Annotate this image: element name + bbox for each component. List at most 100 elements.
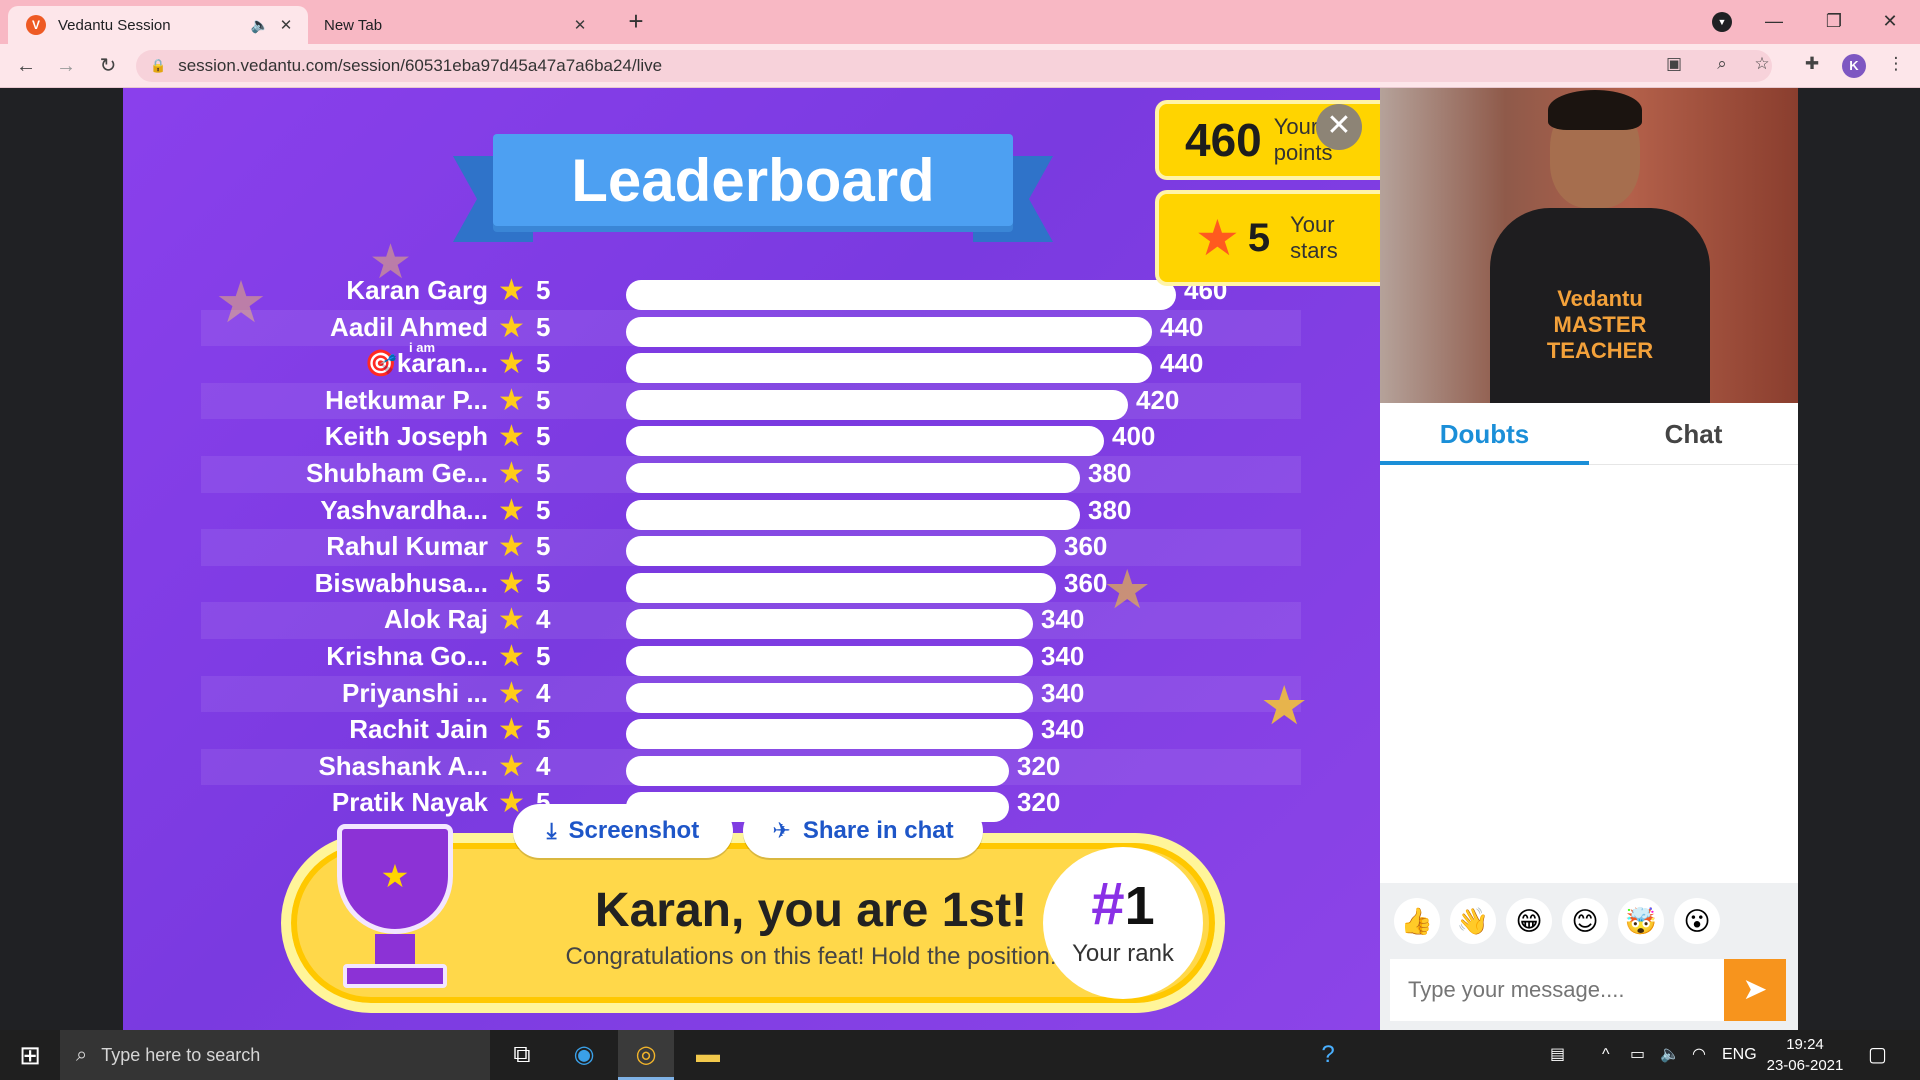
student-stars: 5	[536, 384, 551, 415]
leaderboard-row: Rachit Jain ★ 5 340	[201, 712, 1301, 750]
leaderboard-row: Krishna Go... ★ 5 340	[201, 639, 1301, 676]
leaderboard-row: Hetkumar P... ★ 5 420	[201, 382, 1301, 420]
extensions-icon[interactable]: ✚	[1798, 50, 1826, 78]
windows-start-icon[interactable]: ⊞	[0, 1030, 60, 1080]
tray-chevron-icon[interactable]: ^	[1602, 1030, 1610, 1080]
leaderboard-row: Keith Joseph ★ 5 400	[201, 419, 1301, 457]
thumbs-up-emoji[interactable]: 👍	[1394, 898, 1440, 944]
wifi-icon[interactable]: ◠	[1692, 1030, 1706, 1080]
edge-icon[interactable]: ◉	[556, 1030, 612, 1080]
gold-star-icon: ★	[498, 749, 525, 783]
student-points: 360	[1064, 567, 1108, 598]
language-indicator[interactable]: ENG	[1722, 1030, 1757, 1080]
close-leaderboard-icon[interactable]: ✕	[1316, 104, 1362, 150]
surprised-emoji[interactable]: 😮	[1674, 898, 1720, 944]
leaderboard-row: 🎯karan... ★ 5 440 i am	[201, 340, 1301, 384]
notifications-icon[interactable]: ▢	[1868, 1030, 1887, 1080]
tab-new-tab[interactable]: New Tab ✕	[312, 6, 602, 44]
student-name: Rahul Kumar	[326, 531, 488, 562]
student-name: Hetkumar P...	[325, 384, 488, 415]
profile-avatar[interactable]: K	[1842, 54, 1866, 78]
close-tab-icon[interactable]: ✕	[570, 16, 590, 34]
leaderboard-row: Shubham Ge... ★ 5 380	[201, 456, 1301, 493]
gold-star-icon: ★	[498, 383, 525, 417]
tab-search-icon[interactable]: ▼	[1712, 12, 1732, 32]
student-name: Yashvardha...	[320, 494, 488, 525]
name-overlay-text: i am	[409, 340, 436, 356]
volume-icon[interactable]: 🔈	[1660, 1030, 1680, 1080]
stars-label: Your stars	[1290, 212, 1338, 263]
menu-kebab-icon[interactable]: ⋮	[1882, 50, 1910, 78]
side-tabs: Doubts Chat	[1380, 403, 1798, 465]
leaderboard-row: Shashank A... ★ 4 320	[201, 748, 1301, 786]
student-stars: 5	[536, 275, 551, 305]
url-bar[interactable]: 🔒 session.vedantu.com/session/60531eba97…	[136, 50, 1772, 82]
close-window-icon[interactable]: ✕	[1870, 6, 1910, 36]
student-name: Biswabhusa...	[314, 567, 488, 598]
student-name: Karan Garg	[346, 275, 488, 305]
points-bar	[626, 719, 1033, 750]
student-name: Krishna Go...	[326, 641, 488, 671]
screenshot-button[interactable]: ⤓ Screenshot	[513, 804, 733, 858]
search-icon: ⌕	[76, 1043, 88, 1066]
mind-blown-emoji[interactable]: 🤯	[1618, 898, 1664, 944]
back-icon[interactable]: ←	[12, 52, 40, 80]
reload-icon[interactable]: ↻	[94, 52, 122, 80]
points-bar	[626, 755, 1009, 786]
minimize-icon[interactable]: —	[1754, 6, 1794, 36]
student-points: 320	[1017, 750, 1061, 781]
points-bar	[626, 609, 1033, 640]
tab-chat[interactable]: Chat	[1589, 403, 1798, 465]
restore-icon[interactable]: ❐	[1814, 6, 1854, 36]
clock-date: 23-06-2021	[1766, 1057, 1844, 1074]
news-icon[interactable]: ▤	[1550, 1030, 1565, 1080]
close-tab-icon[interactable]: ✕	[276, 16, 296, 34]
bookmark-star-icon[interactable]: ☆	[1748, 50, 1776, 78]
speaker-icon[interactable]: 🔈	[250, 16, 270, 34]
task-view-icon[interactable]: ⧉	[494, 1030, 550, 1080]
taskbar-search[interactable]: ⌕ Type here to search	[60, 1030, 490, 1080]
student-points: 420	[1136, 384, 1180, 415]
chrome-icon[interactable]: ◎	[618, 1030, 674, 1080]
tab-vedantu-session[interactable]: V Vedantu Session 🔈 ✕	[8, 6, 308, 44]
browser-tab-bar: V Vedantu Session 🔈 ✕ New Tab ✕ + ▼ — ❐ …	[0, 0, 1920, 44]
message-input[interactable]	[1390, 959, 1724, 1021]
student-stars: 5	[536, 311, 551, 342]
smile-emoji[interactable]: 😊	[1562, 898, 1608, 944]
leaderboard-list: Karan Garg ★ 5 460 Aadil Ahmed ★ 5 440 🎯karan...…	[201, 273, 1301, 823]
points-bar	[626, 536, 1056, 567]
stars-value: 5	[1247, 215, 1271, 260]
points-bar	[626, 572, 1056, 603]
student-stars: 4	[536, 604, 551, 635]
battery-icon[interactable]: ▭	[1630, 1030, 1645, 1080]
rank-number: 1	[1124, 876, 1155, 936]
leaderboard-row: Aadil Ahmed ★ 5 440	[201, 309, 1301, 347]
orange-star-icon: ★	[1195, 210, 1240, 266]
student-stars: 5	[536, 494, 551, 525]
grin-emoji[interactable]: 😁	[1506, 898, 1552, 944]
tab-doubts[interactable]: Doubts	[1380, 403, 1589, 465]
clock[interactable]: 19:24 23-06-2021	[1760, 1034, 1850, 1076]
rank-label: Your rank	[1072, 940, 1174, 967]
zoom-icon[interactable]: ⌕	[1708, 50, 1736, 78]
url-text: session.vedantu.com/session/60531eba97d4…	[178, 56, 663, 75]
new-tab-button[interactable]: +	[622, 8, 650, 36]
gold-star-icon: ★	[498, 347, 525, 381]
student-points: 320	[1017, 787, 1061, 818]
send-plane-icon: ✈	[772, 818, 791, 843]
wave-emoji[interactable]: 👋	[1450, 898, 1496, 944]
camera-blocked-icon[interactable]: ▣	[1660, 50, 1688, 78]
leaderboard-title: Leaderboard	[493, 134, 1013, 226]
student-name: Priyanshi ...	[342, 677, 488, 708]
gold-star-icon: ★	[498, 457, 525, 490]
student-stars: 5	[536, 714, 551, 745]
forward-icon[interactable]: →	[52, 52, 80, 80]
help-icon[interactable]: ?	[1300, 1030, 1356, 1080]
file-explorer-icon[interactable]: ▬	[680, 1030, 736, 1080]
student-points: 340	[1041, 604, 1085, 635]
share-in-chat-button[interactable]: ✈ Share in chat	[743, 804, 983, 858]
send-icon[interactable]: ➤	[1724, 959, 1786, 1021]
gold-star-icon: ★	[498, 274, 525, 307]
doubts-content	[1380, 465, 1798, 883]
trophy-base	[343, 964, 447, 988]
